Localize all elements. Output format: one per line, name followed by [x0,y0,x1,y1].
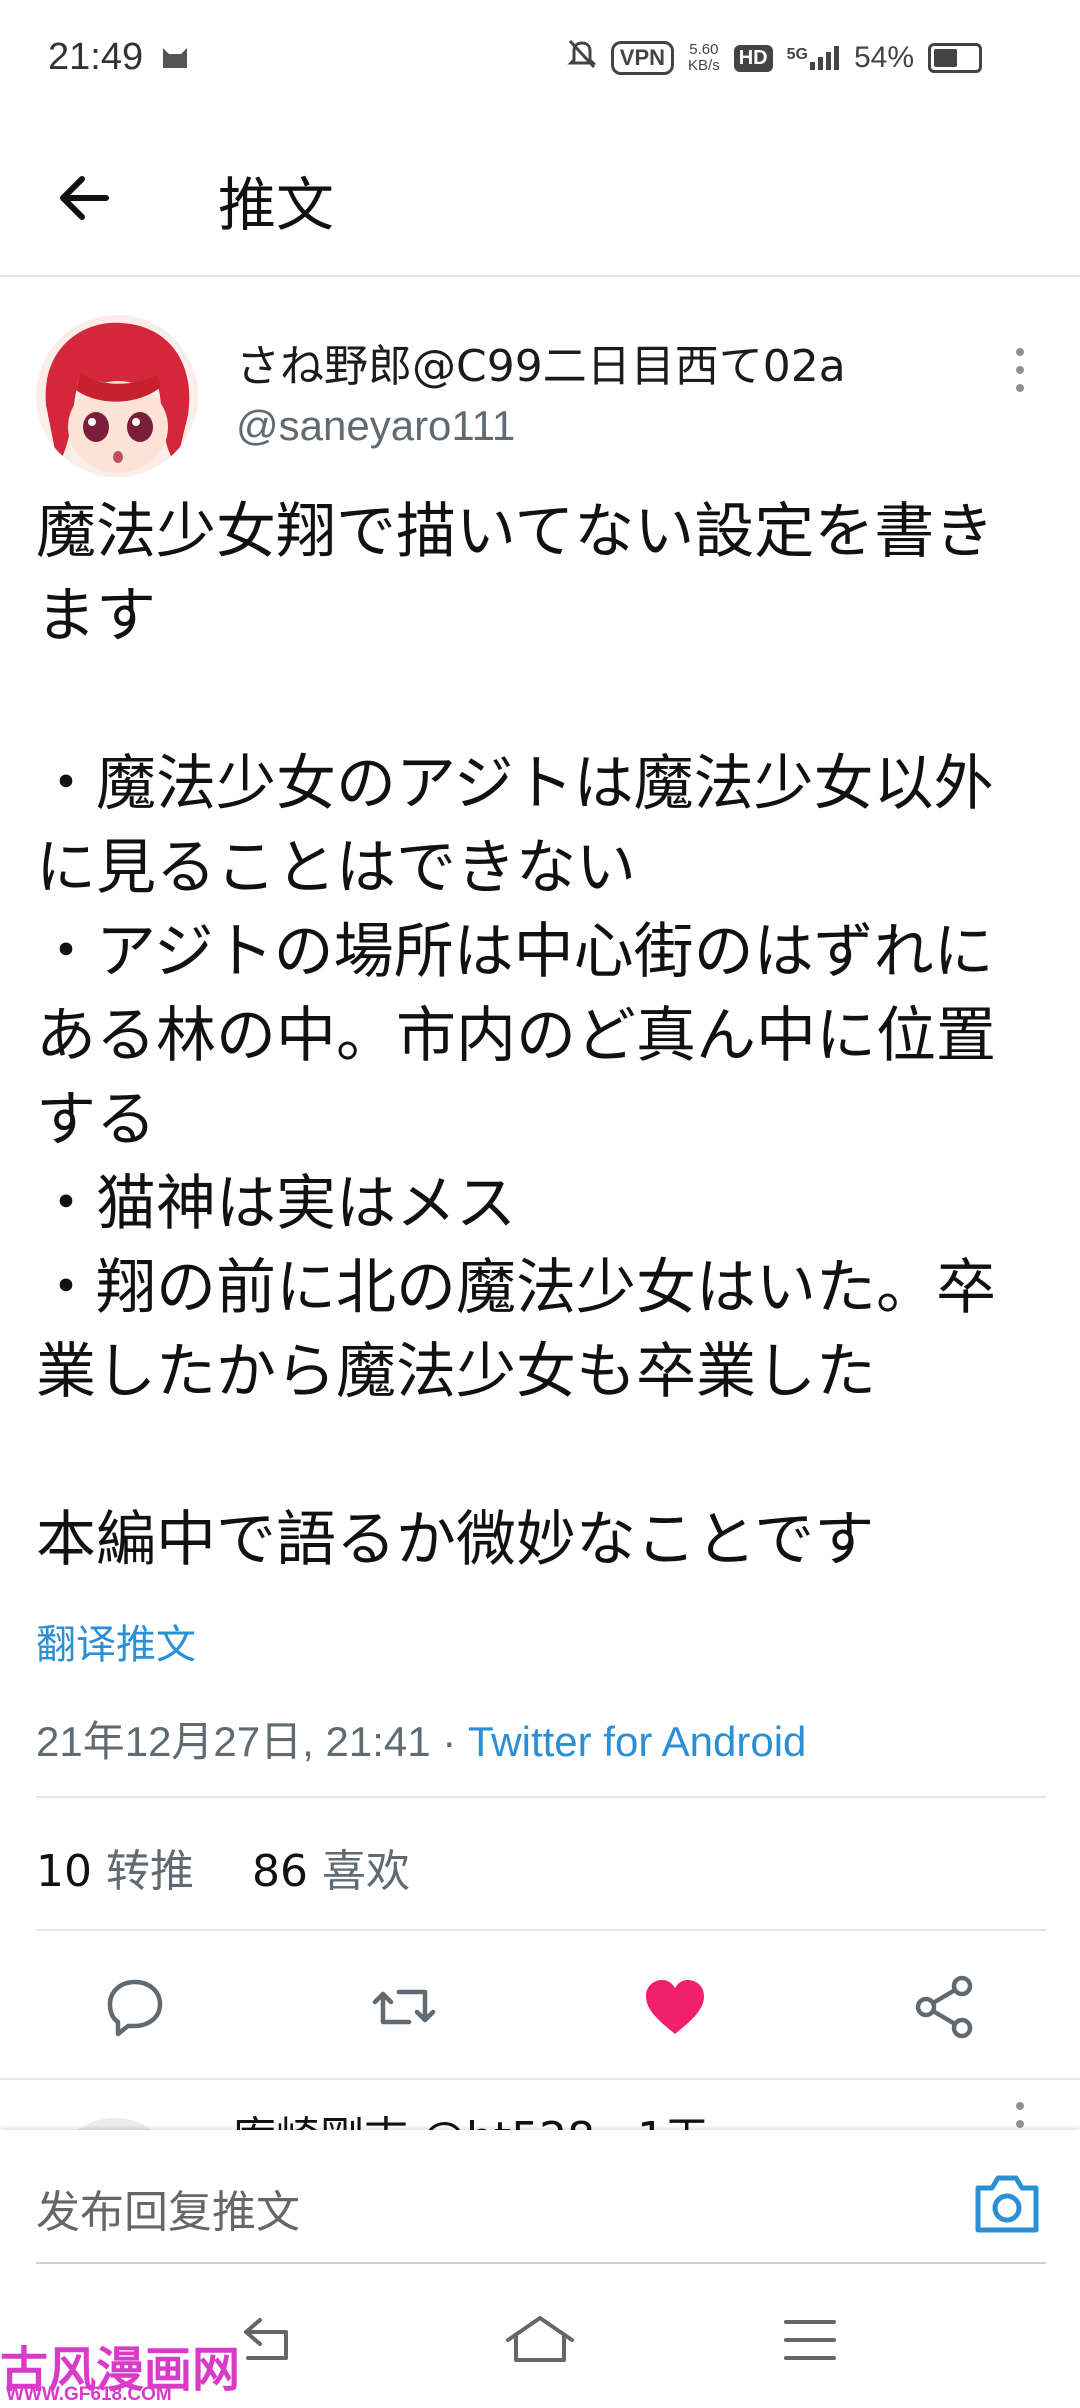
share-icon[interactable] [910,1972,980,2042]
meta-separator: · [442,1718,457,1765]
like-count[interactable]: 86 [252,1846,308,1897]
status-bar: 21:49 VPN 5.60 KB/s HD 5G 54% [0,0,1080,120]
retweet-icon[interactable] [369,1972,439,2042]
watermark-url: WWW.GF618.COM [6,2384,172,2405]
avatar[interactable] [36,315,198,477]
reply-author[interactable]: 庵崎剛志 @ht528 · 1天 [232,2102,709,2130]
page-title: 推文 [218,171,335,239]
compose-underline [36,2262,1046,2264]
network-speed: 5.60 KB/s [688,42,720,74]
tweet-text: 魔法少女翔で描いてない設定を書きます ・魔法少女のアジトは魔法少女以外に見ること… [36,497,996,1575]
tweet-date: 21年12月27日, 21:41 [36,1718,431,1765]
mute-bell-icon [567,38,597,78]
reply-item[interactable]: 庵崎剛志 @ht528 · 1天 [0,2080,1080,2130]
status-time: 21:49 [48,36,144,78]
like-icon[interactable] [640,1972,710,2042]
reply-compose-bar[interactable]: 发布回复推文 [0,2130,1080,2262]
like-label[interactable]: 喜欢 [322,1846,410,1897]
reply-icon[interactable] [100,1972,170,2042]
nav-menu-icon[interactable] [770,2310,850,2370]
tweet-stats: 10 转推 86 喜欢 [36,1835,410,1899]
cat-notification-icon [160,44,190,74]
display-name[interactable]: さね野郎@C99二日目西て02a [236,330,846,394]
camera-icon[interactable] [972,2172,1042,2236]
nav-back-icon[interactable] [230,2310,310,2370]
more-vertical-icon[interactable] [1000,2094,1040,2130]
tweet-action-bar [0,1930,1080,2080]
tweet-meta: 21年12月27日, 21:41 · Twitter for Android [36,1708,806,1769]
hd-badge: HD [733,44,773,72]
reply-input[interactable]: 发布回复推文 [36,2176,300,2240]
divider [36,1796,1046,1798]
reply-avatar[interactable] [50,2118,180,2130]
tweet-source-link[interactable]: Twitter for Android [468,1718,806,1765]
retweet-count[interactable]: 10 [36,1846,92,1897]
nav-home-icon[interactable] [500,2310,580,2370]
vpn-badge: VPN [610,41,675,75]
battery-percent: 54% [853,41,914,74]
more-vertical-icon[interactable] [1000,340,1040,400]
user-handle[interactable]: @saneyaro111 [236,402,515,450]
back-arrow-icon[interactable] [50,163,120,233]
signal-5g-icon: 5G [787,46,840,70]
battery-icon [928,43,982,73]
status-icons: VPN 5.60 KB/s HD 5G 54% [567,38,982,78]
translate-tweet-link[interactable]: 翻译推文 [36,1612,196,1670]
app-header: 推文 [0,120,1080,277]
speed-value: 5.60 [689,41,719,58]
speed-unit: KB/s [688,57,720,74]
retweet-label[interactable]: 转推 [106,1846,194,1897]
network-type: 5G [786,46,808,63]
